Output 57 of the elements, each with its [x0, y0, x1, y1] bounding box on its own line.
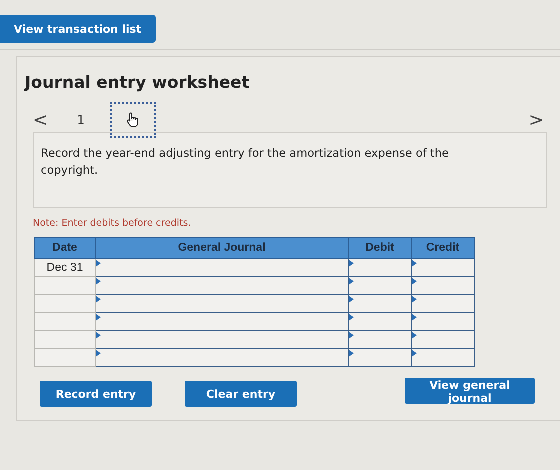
corner-marker-icon [96, 350, 101, 357]
corner-marker-icon [349, 278, 354, 285]
corner-marker-icon [96, 296, 101, 303]
corner-marker-icon [349, 350, 354, 357]
input-field[interactable] [96, 330, 348, 348]
column-header: Credit [412, 238, 474, 258]
corner-marker-icon [412, 350, 417, 357]
input-field[interactable] [412, 258, 474, 276]
corner-marker-icon [349, 296, 354, 303]
input-field[interactable] [348, 294, 412, 312]
column-header: General Journal [96, 238, 348, 258]
input-field[interactable] [348, 258, 412, 276]
corner-marker-icon [96, 260, 101, 267]
input-field[interactable] [348, 348, 412, 366]
date-cell[interactable] [34, 330, 96, 348]
action-button[interactable]: Clear entry [185, 381, 297, 407]
action-button[interactable]: Record entry [40, 381, 152, 407]
corner-marker-icon [349, 332, 354, 339]
input-field[interactable] [96, 258, 348, 276]
input-field[interactable] [412, 294, 474, 312]
view-transaction-list-button[interactable]: View transaction list [0, 15, 156, 43]
input-field[interactable] [348, 276, 412, 294]
input-field[interactable] [412, 276, 474, 294]
date-cell[interactable] [34, 294, 96, 312]
page-button[interactable]: 1 [58, 102, 104, 138]
input-field[interactable] [96, 276, 348, 294]
input-field[interactable] [348, 330, 412, 348]
input-field[interactable] [412, 312, 474, 330]
action-button[interactable]: View general journal [405, 378, 535, 404]
date-cell[interactable] [34, 312, 96, 330]
prompt-text: Record the year-end adjusting entry for the amortization expense of the copyright. [41, 146, 450, 179]
input-field[interactable] [412, 348, 474, 366]
date-cell[interactable] [34, 276, 96, 294]
corner-marker-icon [96, 332, 101, 339]
input-field[interactable] [348, 312, 412, 330]
date-cell[interactable]: Dec 31 [34, 258, 96, 276]
corner-marker-icon [412, 260, 417, 267]
corner-marker-icon [349, 314, 354, 321]
corner-marker-icon [412, 314, 417, 321]
corner-marker-icon [412, 296, 417, 303]
column-header: Debit [348, 238, 412, 258]
corner-marker-icon [412, 278, 417, 285]
input-field[interactable] [96, 348, 348, 366]
date-cell[interactable] [34, 348, 96, 366]
next-button[interactable]: > [524, 110, 548, 130]
corner-marker-icon [349, 260, 354, 267]
corner-marker-icon [96, 314, 101, 321]
corner-marker-icon [96, 278, 101, 285]
input-field[interactable] [96, 294, 348, 312]
input-field[interactable] [412, 330, 474, 348]
hand-cursor-icon [126, 112, 140, 128]
note-text: Note: Enter debits before credits. [33, 218, 192, 229]
column-header: Date [34, 238, 96, 258]
previous-button[interactable]: < [29, 110, 52, 130]
corner-marker-icon [412, 332, 417, 339]
input-field[interactable] [96, 312, 348, 330]
worksheet-title: Journal entry worksheet [25, 73, 250, 92]
